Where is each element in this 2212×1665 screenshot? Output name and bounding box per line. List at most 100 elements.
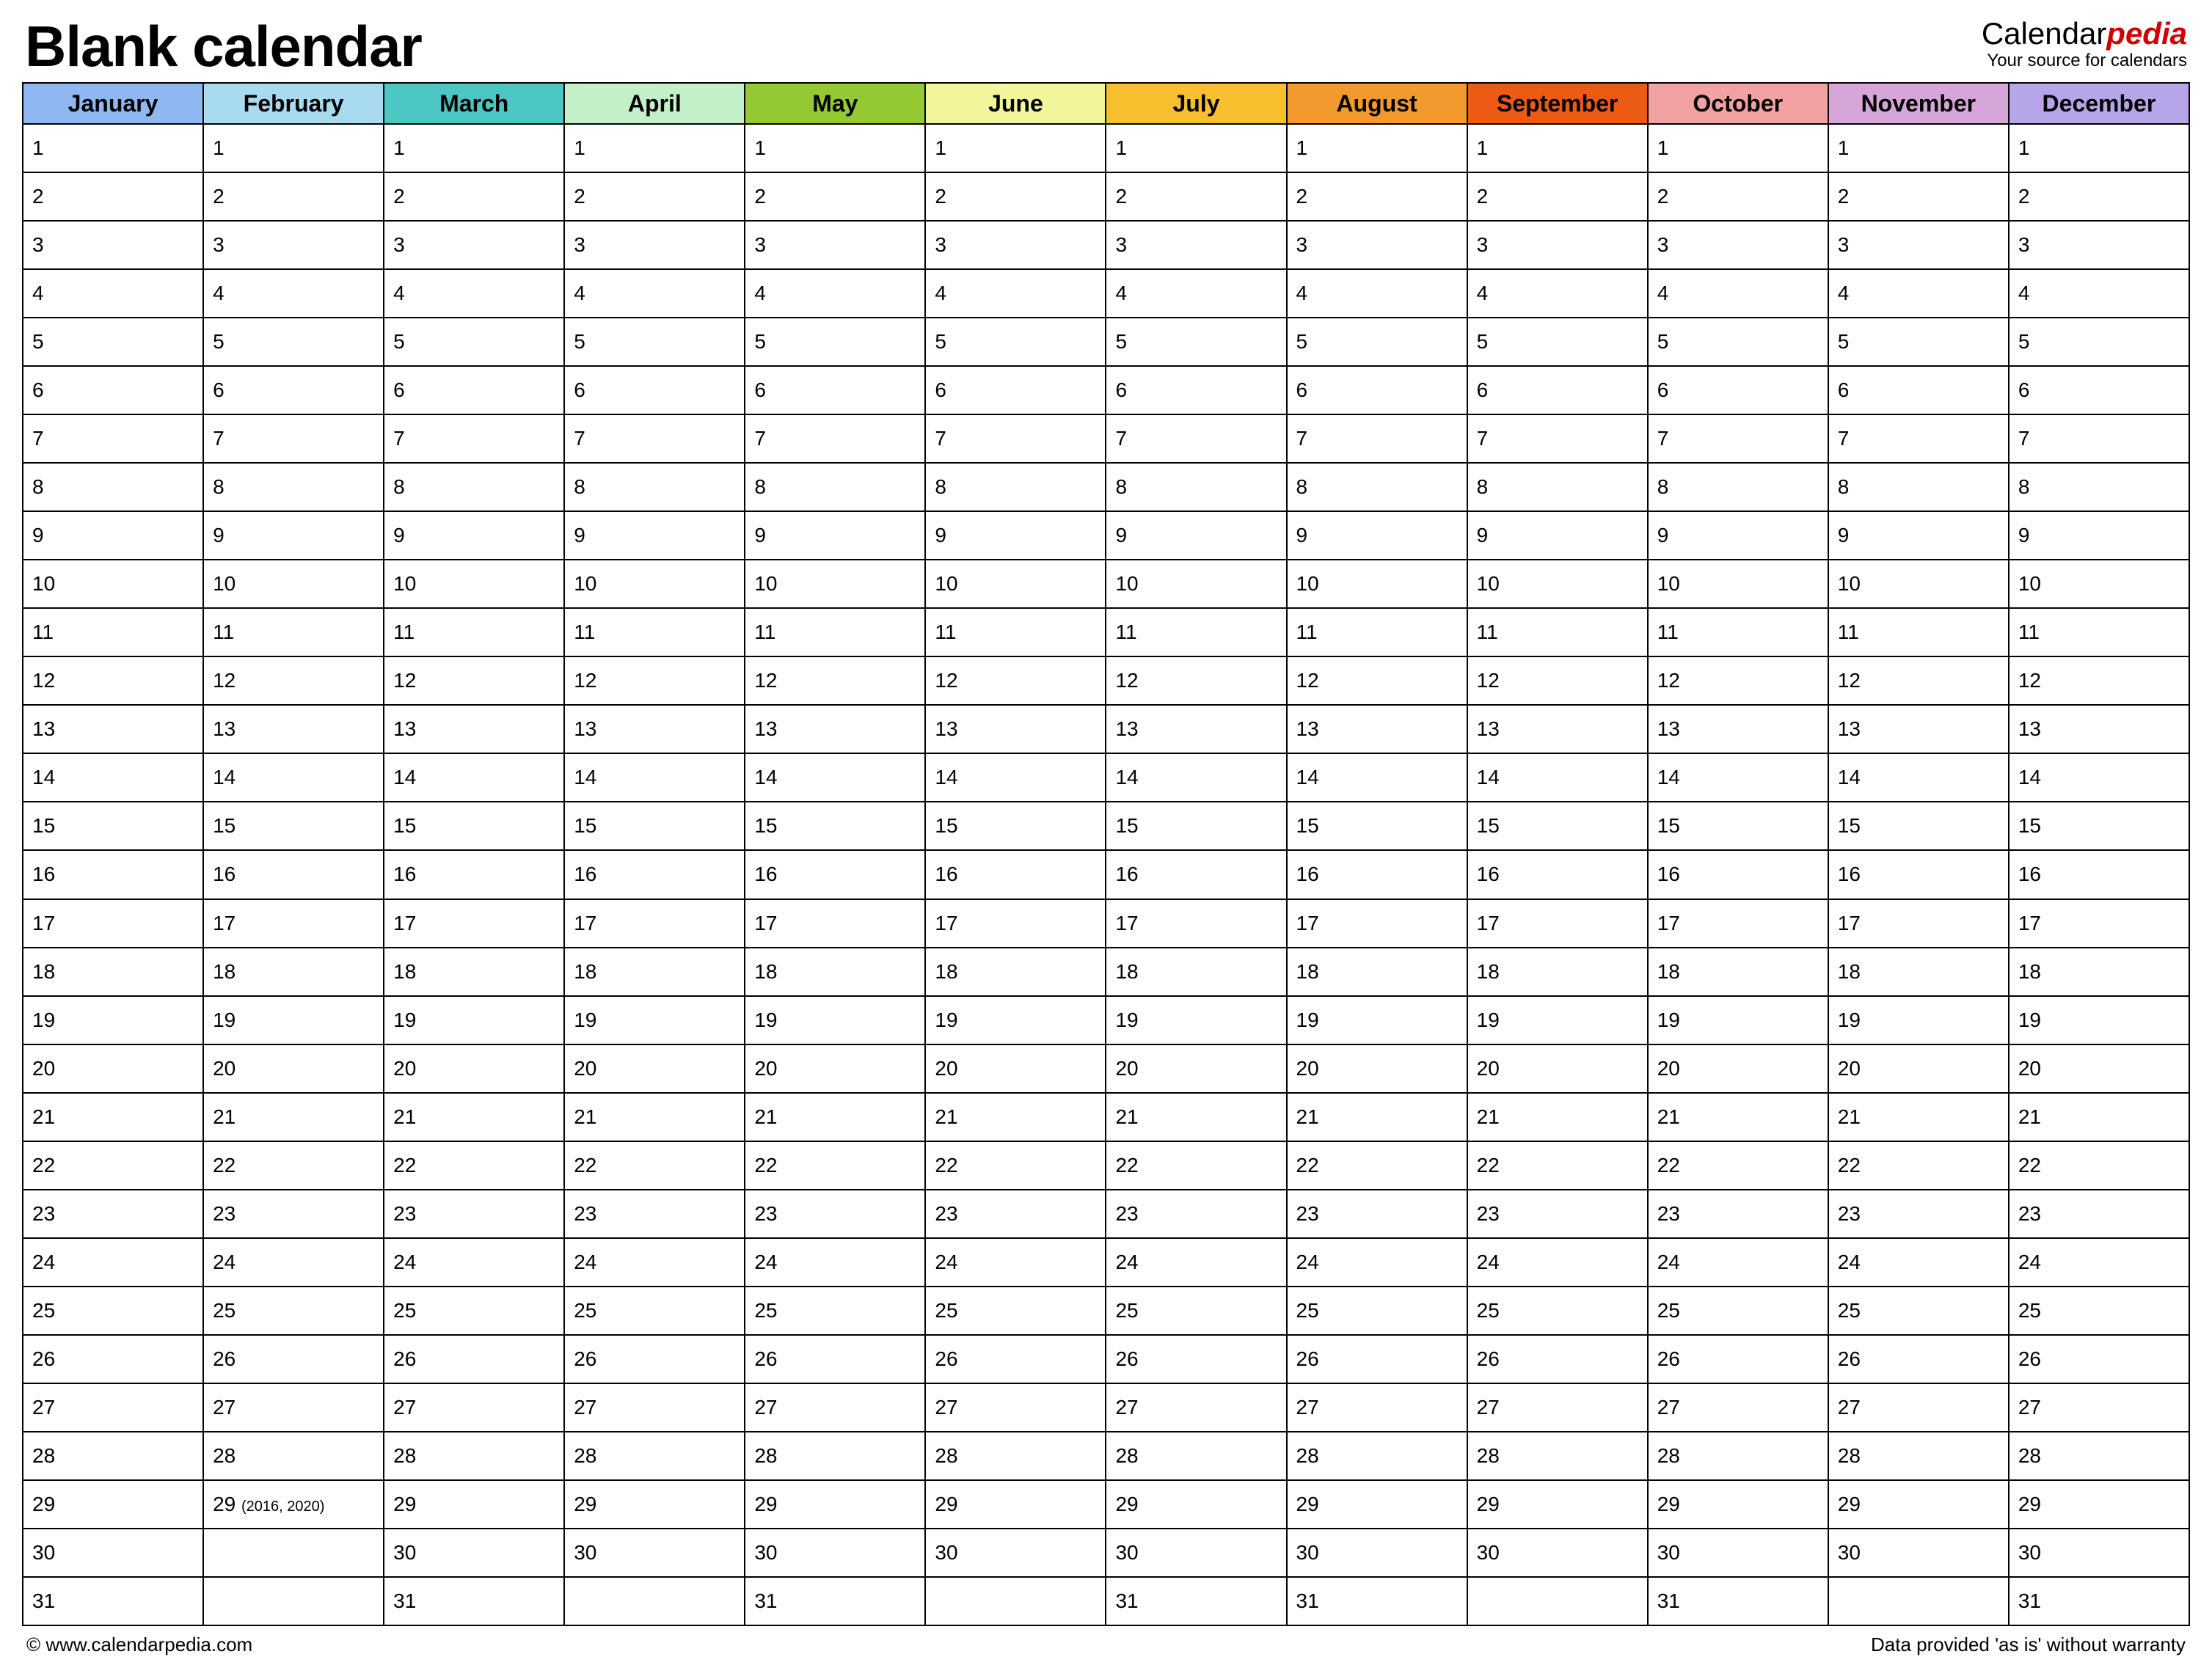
day-cell: 25 [1648, 1287, 1828, 1335]
day-row: 666666666666 [23, 366, 2189, 414]
day-cell: 20 [23, 1044, 203, 1093]
day-cell: 9 [23, 511, 203, 560]
day-cell: 7 [384, 414, 564, 463]
day-cell: 21 [2009, 1093, 2189, 1141]
day-cell: 3 [1648, 221, 1828, 269]
day-cell: 13 [203, 705, 384, 753]
day-cell: 13 [384, 705, 564, 753]
day-cell: 31 [1287, 1577, 1467, 1625]
day-cell: 19 [1287, 996, 1467, 1044]
day-cell: 1 [925, 124, 1106, 172]
month-header-july: July [1106, 83, 1286, 124]
day-cell: 18 [745, 948, 925, 996]
day-cell: 1 [1287, 124, 1467, 172]
day-cell: 8 [925, 463, 1106, 511]
day-cell: 20 [1648, 1044, 1828, 1093]
day-cell [925, 1577, 1106, 1625]
day-cell: 16 [1106, 850, 1286, 899]
day-cell: 14 [2009, 753, 2189, 802]
day-cell: 12 [384, 656, 564, 705]
day-cell: 25 [1828, 1287, 2009, 1335]
day-cell: 10 [1287, 560, 1467, 608]
day-cell: 21 [1287, 1093, 1467, 1141]
day-cell: 17 [745, 899, 925, 948]
day-cell: 27 [1648, 1383, 1828, 1432]
day-cell: 28 [203, 1432, 384, 1480]
day-cell: 23 [2009, 1190, 2189, 1238]
day-cell: 14 [1467, 753, 1648, 802]
day-cell: 1 [2009, 124, 2189, 172]
day-cell: 30 [1287, 1529, 1467, 1577]
day-cell: 3 [745, 221, 925, 269]
day-cell: 15 [925, 802, 1106, 850]
day-cell: 4 [1648, 269, 1828, 318]
day-cell: 7 [745, 414, 925, 463]
day-cell: 1 [1828, 124, 2009, 172]
day-cell: 4 [384, 269, 564, 318]
day-cell: 27 [925, 1383, 1106, 1432]
day-cell: 19 [203, 996, 384, 1044]
day-cell: 21 [203, 1093, 384, 1141]
day-cell: 26 [384, 1335, 564, 1383]
day-cell: 30 [23, 1529, 203, 1577]
header: Blank calendar Calendarpedia Your source… [22, 18, 2190, 82]
day-cell: 19 [1828, 996, 2009, 1044]
day-cell: 12 [564, 656, 745, 705]
day-cell: 17 [564, 899, 745, 948]
day-cell: 12 [1287, 656, 1467, 705]
day-cell: 13 [1287, 705, 1467, 753]
day-cell: 19 [1106, 996, 1286, 1044]
day-cell: 7 [925, 414, 1106, 463]
day-cell: 3 [1287, 221, 1467, 269]
day-cell: 7 [1287, 414, 1467, 463]
day-row: 101010101010101010101010 [23, 560, 2189, 608]
day-cell: 6 [1828, 366, 2009, 414]
day-cell: 30 [925, 1529, 1106, 1577]
day-cell: 18 [1467, 948, 1648, 996]
day-cell: 17 [925, 899, 1106, 948]
day-row: 141414141414141414141414 [23, 753, 2189, 802]
brand-accent: pedia [2106, 16, 2187, 51]
day-cell: 30 [745, 1529, 925, 1577]
day-cell: 15 [23, 802, 203, 850]
day-cell: 20 [2009, 1044, 2189, 1093]
day-cell: 27 [564, 1383, 745, 1432]
day-cell: 13 [1467, 705, 1648, 753]
day-cell: 28 [1828, 1432, 2009, 1480]
day-cell: 29 [1106, 1480, 1286, 1529]
day-cell: 21 [925, 1093, 1106, 1141]
day-cell: 23 [384, 1190, 564, 1238]
day-cell: 19 [745, 996, 925, 1044]
day-cell: 8 [1106, 463, 1286, 511]
day-cell: 31 [384, 1577, 564, 1625]
day-cell: 9 [925, 511, 1106, 560]
day-cell: 24 [2009, 1238, 2189, 1287]
day-cell: 20 [564, 1044, 745, 1093]
day-cell: 20 [384, 1044, 564, 1093]
day-cell: 5 [745, 318, 925, 366]
day-cell: 9 [1106, 511, 1286, 560]
day-cell: 17 [1828, 899, 2009, 948]
day-cell: 29 [564, 1480, 745, 1529]
day-cell: 24 [23, 1238, 203, 1287]
day-cell: 16 [1828, 850, 2009, 899]
day-cell: 15 [564, 802, 745, 850]
footer-copyright: © www.calendarpedia.com [26, 1633, 252, 1656]
day-row: 232323232323232323232323 [23, 1190, 2189, 1238]
day-cell: 5 [925, 318, 1106, 366]
day-cell: 2 [564, 172, 745, 221]
calendar-table: JanuaryFebruaryMarchAprilMayJuneJulyAugu… [22, 82, 2190, 1626]
day-cell: 5 [2009, 318, 2189, 366]
day-cell: 26 [1467, 1335, 1648, 1383]
day-cell: 22 [1648, 1141, 1828, 1190]
day-cell: 16 [384, 850, 564, 899]
day-cell: 10 [1106, 560, 1286, 608]
day-cell: 13 [1828, 705, 2009, 753]
day-cell: 17 [1467, 899, 1648, 948]
day-cell: 22 [2009, 1141, 2189, 1190]
day-row: 212121212121212121212121 [23, 1093, 2189, 1141]
day-cell: 2 [1828, 172, 2009, 221]
day-cell: 25 [745, 1287, 925, 1335]
day-cell: 16 [745, 850, 925, 899]
day-cell: 17 [1648, 899, 1828, 948]
